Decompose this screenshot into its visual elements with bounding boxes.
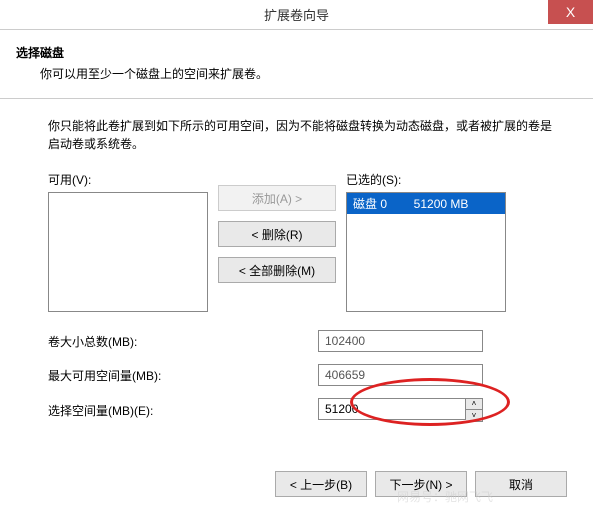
available-label: 可用(V): bbox=[48, 171, 208, 188]
selected-column: 已选的(S): 磁盘 0 51200 MB bbox=[346, 171, 506, 312]
available-column: 可用(V): bbox=[48, 171, 208, 312]
instruction-text: 你只能将此卷扩展到如下所示的可用空间，因为不能将磁盘转换为动态磁盘，或者被扩展的… bbox=[48, 117, 561, 153]
select-space-input[interactable] bbox=[318, 398, 466, 420]
transfer-buttons: 添加(A) > < 删除(R) < 全部删除(M) bbox=[218, 185, 336, 283]
total-size-row: 卷大小总数(MB): 102400 bbox=[48, 330, 561, 352]
max-space-label: 最大可用空间量(MB): bbox=[48, 367, 318, 384]
available-listbox[interactable] bbox=[48, 192, 208, 312]
select-space-row: 选择空间量(MB)(E): ˄ ˅ bbox=[48, 398, 561, 422]
content: 你只能将此卷扩展到如下所示的可用空间，因为不能将磁盘转换为动态磁盘，或者被扩展的… bbox=[0, 99, 593, 444]
close-button[interactable]: X bbox=[548, 0, 593, 24]
select-space-label: 选择空间量(MB)(E): bbox=[48, 402, 318, 419]
max-space-row: 最大可用空间量(MB): 406659 bbox=[48, 364, 561, 386]
remove-button[interactable]: < 删除(R) bbox=[218, 221, 336, 247]
remove-all-button[interactable]: < 全部删除(M) bbox=[218, 257, 336, 283]
spinner-down-icon[interactable]: ˅ bbox=[466, 410, 482, 421]
back-button[interactable]: < 上一步(B) bbox=[275, 471, 367, 497]
next-button[interactable]: 下一步(N) > bbox=[375, 471, 467, 497]
header-desc: 你可以用至少一个磁盘上的空间来扩展卷。 bbox=[16, 65, 577, 82]
window-title: 扩展卷向导 bbox=[264, 5, 329, 24]
total-size-value: 102400 bbox=[318, 330, 483, 352]
cancel-button[interactable]: 取消 bbox=[475, 471, 567, 497]
titlebar: 扩展卷向导 X bbox=[0, 0, 593, 30]
header-title: 选择磁盘 bbox=[16, 44, 577, 61]
total-size-label: 卷大小总数(MB): bbox=[48, 333, 318, 350]
selected-listbox[interactable]: 磁盘 0 51200 MB bbox=[346, 192, 506, 312]
disk-selection-row: 可用(V): 添加(A) > < 删除(R) < 全部删除(M) 已选的(S):… bbox=[48, 171, 561, 312]
select-space-spinner: ˄ ˅ bbox=[318, 398, 483, 422]
list-item[interactable]: 磁盘 0 51200 MB bbox=[347, 193, 505, 214]
add-button: 添加(A) > bbox=[218, 185, 336, 211]
wizard-header: 选择磁盘 你可以用至少一个磁盘上的空间来扩展卷。 bbox=[0, 30, 593, 92]
max-space-value: 406659 bbox=[318, 364, 483, 386]
wizard-footer: < 上一步(B) 下一步(N) > 取消 bbox=[275, 471, 567, 497]
spinner-buttons: ˄ ˅ bbox=[466, 398, 483, 422]
selected-label: 已选的(S): bbox=[346, 171, 506, 188]
spinner-up-icon[interactable]: ˄ bbox=[466, 399, 482, 410]
